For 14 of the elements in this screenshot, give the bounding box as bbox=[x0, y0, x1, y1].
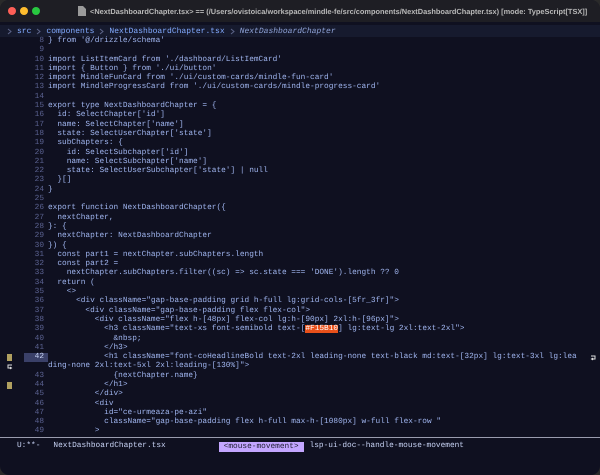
minimize-button[interactable] bbox=[20, 7, 28, 15]
close-button[interactable] bbox=[8, 7, 16, 15]
breadcrumb-item[interactable]: components bbox=[46, 26, 94, 36]
chevron-icon bbox=[230, 28, 235, 34]
chevron-icon bbox=[7, 28, 12, 34]
breadcrumb-item[interactable]: NextDashboardChapter bbox=[240, 26, 336, 36]
zoom-button[interactable] bbox=[32, 7, 40, 15]
breadcrumb-item[interactable]: src bbox=[17, 26, 32, 36]
chevron-icon bbox=[36, 28, 42, 34]
wrap-arrow-icon bbox=[590, 355, 596, 362]
breadcrumb-item[interactable]: NextDashboardChapter.tsx bbox=[109, 26, 225, 36]
wrap-arrow-icon bbox=[7, 364, 13, 370]
document-icon bbox=[78, 6, 86, 16]
chevron-icon bbox=[99, 28, 104, 34]
